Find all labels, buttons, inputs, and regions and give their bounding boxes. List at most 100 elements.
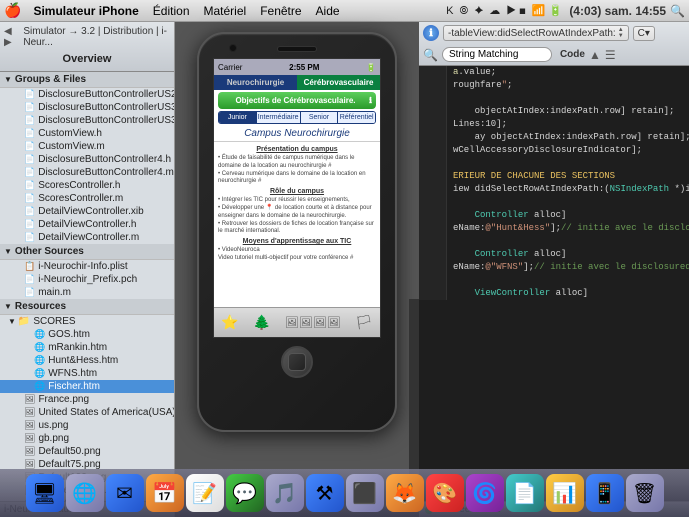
scores-folder[interactable]: ▼ 📁 SCORES [0, 315, 174, 328]
table-row: roughfare"; [419, 79, 689, 92]
segment-junior[interactable]: Junior [219, 112, 257, 123]
iphone-screen[interactable]: Carrier 2:55 PM 🔋 Neurochirurgie Cérébro… [213, 58, 381, 338]
list-item[interactable]: 📄 DisclosureButtonController4.m [0, 166, 174, 179]
list-item[interactable]: 📄 i-Neurochir_Prefix.pch [0, 273, 174, 286]
dock-icon-textmate[interactable]: 📊 [546, 474, 584, 512]
list-item[interactable]: 📄 CustomView.m [0, 140, 174, 153]
column-sort-icon[interactable]: ▲ [589, 48, 601, 62]
carrier-label: Carrier [218, 63, 242, 72]
dock-icon-finder[interactable]: 🖥 [26, 474, 64, 512]
list-item[interactable]: 📄 DetailViewController.h [0, 218, 174, 231]
file-tree[interactable]: 📄 DisclosureButtonControllerUS2.m 📄 Disc… [0, 88, 174, 501]
list-item[interactable]: 🖼 us.png [0, 419, 174, 432]
content-line: • Cerveau numérique dans le domaine de l… [218, 171, 376, 187]
objectifs-button[interactable]: Objectifs de Cérébrovasculaire. ℹ [218, 92, 376, 109]
dock-icon-acrobat[interactable]: 📄 [506, 474, 544, 512]
segment-intermediaire[interactable]: Intermédiaire [257, 112, 301, 123]
dock-icon-xcode[interactable]: ⚒ [306, 474, 344, 512]
menu-aide[interactable]: Aide [310, 2, 346, 20]
calendar-icon: 📅 [152, 481, 177, 506]
menu-search-icon[interactable]: 🔍 [670, 4, 685, 18]
tab-icon-flag[interactable]: 🏳 [355, 314, 373, 331]
tree-arrow-icon: ▼ [4, 302, 12, 311]
resources-header[interactable]: ▼ Resources [0, 299, 174, 315]
code-text: ay objectAtIndex:indexPath.row] retain]; [447, 131, 689, 144]
png-icon: 🖼 [24, 407, 35, 418]
list-item[interactable]: 🌐 Hunt&Hess.htm [0, 354, 174, 367]
list-item[interactable]: 📄 DisclosureButtonControllerUS3.m [0, 114, 174, 127]
dock-icon-calendar[interactable]: 📅 [146, 474, 184, 512]
line-number [419, 157, 447, 170]
list-item[interactable]: 🌐 WFNS.htm [0, 367, 174, 380]
folder-icon: 📁 [18, 316, 30, 327]
code-text: Controller alloc] [447, 248, 566, 261]
dock-icon-notes[interactable]: 📝 [186, 474, 224, 512]
column-options-icon[interactable]: ☰ [605, 48, 616, 62]
list-item[interactable]: 🖼 gb.png [0, 432, 174, 445]
other-sources-header[interactable]: ▼ Other Sources [0, 244, 174, 260]
dock-icon-trash[interactable]: 🗑 [626, 474, 664, 512]
sort-selector[interactable]: C▾ [633, 26, 655, 41]
list-item[interactable]: 📄 DisclosureButtonControllerUS3.h [0, 101, 174, 114]
list-item[interactable]: 🌐 Fischer.htm [0, 380, 174, 393]
search-field[interactable]: String Matching [442, 47, 552, 62]
tab-label: Cérébrovasculaire [304, 78, 374, 87]
list-item[interactable]: 📄 DisclosureButtonControllerUS2.m [0, 88, 174, 101]
iphone-home-button[interactable] [281, 346, 313, 378]
method-selector[interactable]: -tableView:didSelectRowAtIndexPath: ▲▼ [443, 25, 629, 41]
dock-icon-mail[interactable]: ✉ [106, 474, 144, 512]
menu-materiel[interactable]: Matériel [198, 2, 253, 20]
info-button[interactable]: ℹ [423, 25, 439, 41]
list-item[interactable]: 🌐 mRankin.htm [0, 341, 174, 354]
dock-icon-itunes[interactable]: 🎵 [266, 474, 304, 512]
segment-senior[interactable]: Senior [301, 112, 339, 123]
filename: CustomView.h [38, 128, 102, 139]
menu-app-name[interactable]: Simulateur iPhone [27, 2, 144, 20]
list-item[interactable]: 🖼 France.png [0, 393, 174, 406]
tab-icon-images[interactable]: 🖼🖼🖼🖼 [285, 316, 341, 329]
content-line: • VideoNeuroca [218, 247, 376, 255]
list-item[interactable]: 📄 DetailViewController.m [0, 231, 174, 244]
list-item[interactable]: 📄 ScoresController.m [0, 192, 174, 205]
code-editor[interactable]: a.value; roughfare"; objectAtIndex:index… [419, 66, 689, 501]
dock-icon-safari[interactable]: 🌐 [66, 474, 104, 512]
table-row: ViewController alloc] [419, 287, 689, 300]
list-item[interactable]: 🖼 Default50.png [0, 445, 174, 458]
tab-neurochirurgie[interactable]: Neurochirurgie [214, 75, 297, 90]
plist-icon: 📋 [24, 261, 35, 272]
apple-menu-icon[interactable]: 🍎 [4, 2, 21, 19]
list-item[interactable]: 🌐 GOS.htm [0, 328, 174, 341]
filename: DisclosureButtonController4.h [38, 154, 171, 165]
file-icon: 📄 [24, 287, 35, 298]
nav-arrows[interactable]: ◀ ▶ [4, 26, 19, 48]
list-item[interactable]: 📋 i-Neurochir-Info.plist [0, 260, 174, 273]
dock-icon-dreamweaver[interactable]: 🌀 [466, 474, 504, 512]
campus-logo-text: Campus Neurochirurgie [244, 128, 350, 139]
list-item[interactable]: 📄 DisclosureButtonController4.h [0, 153, 174, 166]
segment-referentiel[interactable]: Référentiel [338, 112, 375, 123]
segment-control[interactable]: Junior Intermédiaire Senior Référentiel [218, 111, 376, 124]
dock-icon-photoshop[interactable]: 🎨 [426, 474, 464, 512]
list-item[interactable]: 📄 ScoresController.h [0, 179, 174, 192]
filename: i-Neurochir-Info.plist [38, 261, 127, 272]
tab-icon-tree[interactable]: 🌲 [253, 314, 270, 331]
list-item[interactable]: 📄 DetailViewController.xib [0, 205, 174, 218]
menu-bar: 🍎 Simulateur iPhone Édition Matériel Fen… [0, 0, 689, 22]
menu-edition[interactable]: Édition [147, 2, 196, 20]
app-content[interactable]: Présentation du campus • Étude de faisab… [214, 142, 380, 265]
list-item[interactable]: 📄 main.m [0, 286, 174, 299]
dock-icon-iphone-sim[interactable]: 📱 [586, 474, 624, 512]
app-tab-bar[interactable]: Neurochirurgie Cérébrovasculaire [214, 75, 380, 90]
menu-bar-left: 🍎 Simulateur iPhone Édition Matériel Fen… [4, 2, 346, 20]
dock-icon-terminal[interactable]: ⬛ [346, 474, 384, 512]
menu-fenetre[interactable]: Fenêtre [254, 2, 307, 20]
file-icon: 📄 [24, 89, 35, 100]
dock-icon-messages[interactable]: 💬 [226, 474, 264, 512]
table-row: Controller alloc] [419, 248, 689, 261]
tab-icon-star[interactable]: ⭐ [221, 314, 238, 331]
app-bottom-tabs[interactable]: ⭐ 🌲 🖼🖼🖼🖼 🏳 [214, 307, 380, 337]
list-item[interactable]: 🖼 United States of America(USA).png [0, 406, 174, 419]
dock-icon-firefox[interactable]: 🦊 [386, 474, 424, 512]
list-item[interactable]: 📄 CustomView.h [0, 127, 174, 140]
tab-cerebrovasculaire[interactable]: Cérébrovasculaire [297, 75, 380, 90]
